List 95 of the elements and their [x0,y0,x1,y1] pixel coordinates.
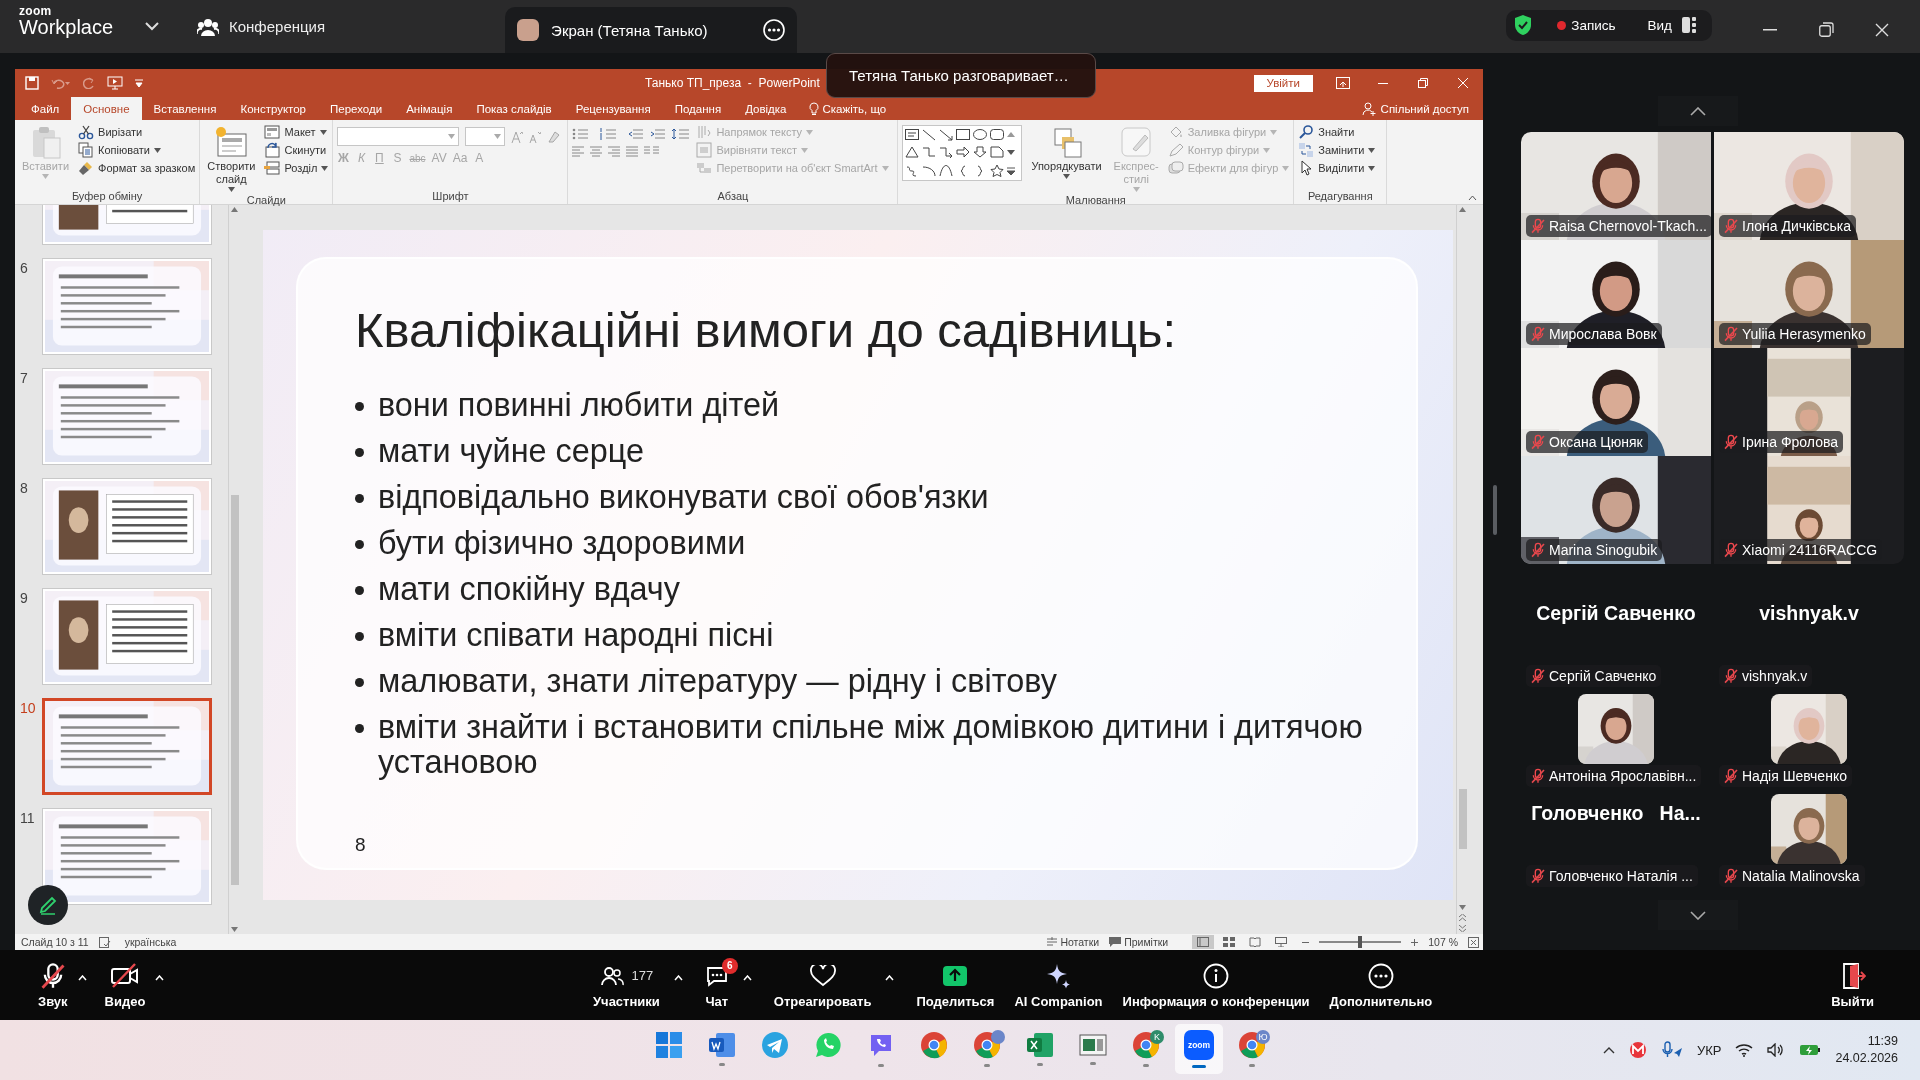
toolbar-button[interactable]: 177 Участники [585,961,668,1009]
participant-display-name: vishnyak.v [1759,602,1859,625]
participant-name-label: Головченко Наталія ... [1526,865,1698,887]
ribbon-tab[interactable]: Подання [662,97,734,120]
bullet-text: вміти співати народні пісні [378,617,775,653]
participant-name-label: vishnyak.v [1719,665,1813,687]
app-logo-text: zoom [1184,1030,1214,1060]
ribbon-button[interactable]: Замінити [1298,142,1376,158]
ribbon-tab[interactable]: Основне [71,97,142,120]
page-number: 8 [355,834,367,856]
group-label: Шрифт [431,190,470,204]
tell-me-field[interactable]: Скажіть, що [798,97,887,120]
language-label: українська [124,936,177,948]
slide-counter: Слайд 10 з 11 [21,936,89,948]
ribbon-button[interactable]: Упорядкувати [1028,123,1105,194]
toolbar-button[interactable]: Информация о конференции [1114,961,1318,1009]
bullet-text: відповідально виконувати свої обов'язки [378,479,990,515]
slide-number: 6 [19,260,29,276]
participant-name-label: Marina Sinogubik [1526,539,1663,561]
slide-number: 8 [19,480,29,496]
participant-name-label: Ілона Дичківська [1719,215,1857,237]
group-label: Редагування [1306,190,1374,204]
participant-count: 177 [631,968,654,983]
ribbon-tab[interactable]: Вставлення [141,97,229,120]
participant-name-label: Оксана Цюняк [1526,431,1648,453]
speaker-notification: Тетяна Танько разговаривает… [826,53,1096,98]
toolbar-button[interactable]: AI Companion [1006,961,1111,1009]
ribbon-button[interactable]: Вирізати [78,124,196,140]
notes-button[interactable]: Нотатки [1047,936,1100,948]
document-title: Танько ТП_преза - PowerPoint [645,76,820,90]
slide-number: 10 [19,700,37,716]
toolbar-button[interactable]: Звук [30,961,76,1009]
participant-name-label: Natalia Malinovska [1719,865,1865,887]
group-label: Малювання [1064,194,1127,206]
ribbon-tab[interactable]: Файл [19,97,72,120]
toolbar-button[interactable]: Отреагировать [765,961,880,1009]
ribbon-button[interactable]: Копіювати [78,142,196,158]
bullet-text: вони повинні любити дітей [378,387,781,423]
slide-number: 11 [19,810,36,826]
taskbar-app[interactable]: zoom [1175,1024,1223,1074]
meeting-tab[interactable]: Конференция [197,17,326,36]
ribbon-button[interactable]: Формат за зразком [78,160,196,176]
share-tab-title: Экран (Тетяна Танько) [551,21,709,39]
clock-date: 24.02.2026 [1835,1050,1898,1067]
bullet-text: мати чуйне серце [378,433,645,469]
ribbon-tab[interactable]: Показ слайдів [464,97,564,120]
zoom-percent: 107 % [1428,936,1458,948]
sign-in-button[interactable]: Увійти [1253,74,1313,92]
ribbon-tab[interactable]: Переходи [318,97,395,120]
participant-name-label: Сергій Савченко [1526,665,1662,687]
keyboard-language[interactable]: УКР [1696,1042,1722,1058]
clock-time: 11:39 [1867,1033,1898,1050]
bullet-text: малювати, знати літературу — рідну і світову [378,663,1058,699]
participant-name-label: Надія Шевченко [1719,765,1852,787]
view-button[interactable]: Вид [1647,17,1696,33]
taskbar-app[interactable]: K [1122,1024,1170,1074]
screen-share-tab[interactable]: Экран (Тетяна Танько) [505,7,798,53]
bullet-text: вміти знайти і встановити спільне між домівкою дитини і дитячою установою [378,709,1364,780]
ribbon-button[interactable]: Розділ [264,160,329,176]
slide-number: 7 [19,370,29,386]
ribbon-tab[interactable]: Конструктор [228,97,318,120]
toolbar-button[interactable]: Видео [96,961,154,1009]
app-name: Workplace [19,16,115,38]
ribbon-button[interactable]: Знайти [1298,124,1376,140]
ribbon-button[interactable]: Макет [264,124,329,140]
ribbon-button[interactable]: Виділити [1298,160,1376,176]
record-button[interactable]: Запись [1557,17,1616,33]
ribbon-tab[interactable]: Анімація [394,97,465,120]
share-button[interactable]: Спільний доступ [1361,97,1483,120]
participant-name-label: Антоніна Ярославівн... [1526,765,1702,787]
profile-badge: Ю [1256,1030,1270,1044]
participant-name-label: Raisa Chernovol-Tkach... [1526,215,1711,237]
toolbar-button[interactable]: Дополнительно [1321,961,1441,1009]
bullet-text: мати спокійну вдачу [378,571,681,607]
group-label: Слайди [245,194,287,206]
participant-display-name: Головченко На... [1531,802,1701,825]
taskbar-app[interactable]: Ю [1228,1024,1276,1074]
participant-display-name: Сергій Савченко [1536,602,1696,625]
group-label: Абзац [716,190,750,204]
participant-name-label: Мирослава Вовк [1526,323,1662,345]
ribbon-tab[interactable]: Рецензування [563,97,663,120]
group-label: Буфер обміну [70,190,144,204]
unread-badge: 6 [721,957,738,974]
ribbon-button[interactable]: Скинути [264,142,329,158]
slide-title: Кваліфікаційні вимоги до садівниць: [355,302,1178,359]
bullet-text: бути фізично здоровими [378,525,747,561]
ribbon-button[interactable]: Створити слайд [204,123,259,194]
profile-badge: K [1150,1030,1164,1044]
leave-button[interactable]: Выйти [1823,961,1882,1009]
toolbar-button[interactable]: Поделиться [908,961,1003,1009]
ribbon-tab[interactable]: Довідка [733,97,799,120]
participant-name-label: Yuliia Herasymenko [1719,323,1871,345]
slide-number: 9 [19,590,29,606]
logo-text: zoom [19,5,53,17]
comments-button[interactable]: Примітки [1109,936,1169,948]
